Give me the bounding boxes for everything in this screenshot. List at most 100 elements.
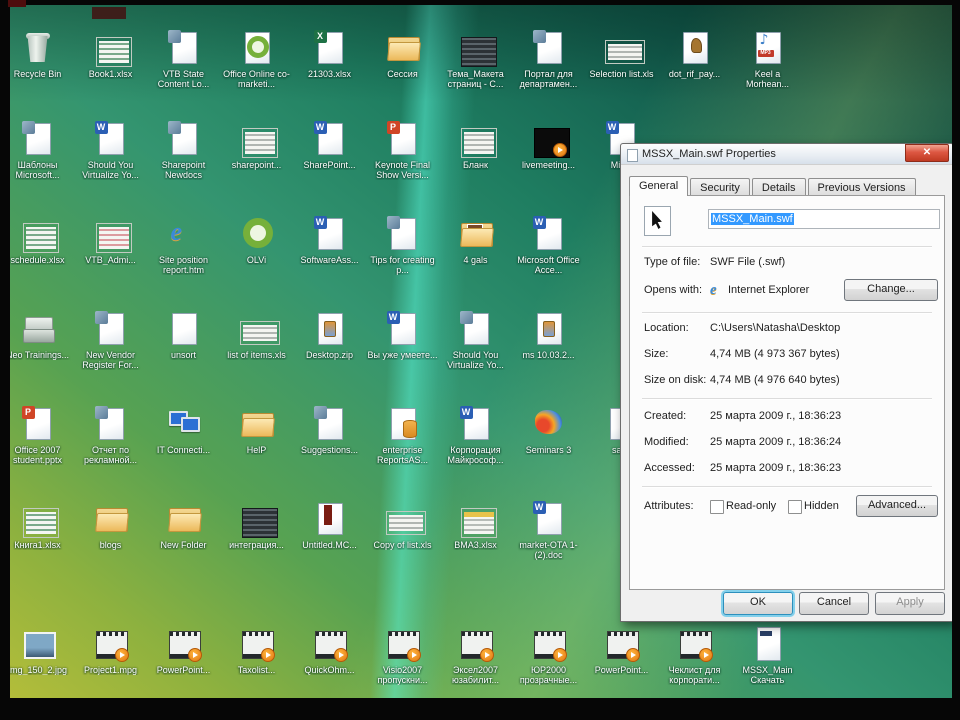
desktop-icon-row: Шаблоны Microsoft... W Should You Virtuali… (1, 119, 658, 180)
desktop-icon[interactable]: Бланк (439, 119, 512, 180)
modified-label: Modified: (644, 436, 689, 448)
desktop-icon[interactable]: Taxolist... (220, 624, 293, 685)
desktop-icon[interactable]: MP3 ♪ Keel a Morhean... (731, 28, 804, 89)
desktop-icon[interactable]: Recycle Bin (1, 28, 74, 89)
desktop-icon[interactable]: VTB_Admi... (74, 214, 147, 275)
desktop-icon[interactable]: OLVi (220, 214, 293, 275)
desktop-icon[interactable]: IT Connecti... (147, 404, 220, 465)
desktop-icon[interactable]: schedule.xlsx (1, 214, 74, 275)
desktop-icon[interactable]: sharepoint... (220, 119, 293, 180)
desktop-icon[interactable]: P Office 2007 student.pptx (1, 404, 74, 465)
desktop-icon[interactable]: ЮР2000 прозрачные... (512, 624, 585, 685)
swirl-icon (529, 404, 569, 444)
cancel-button[interactable]: Cancel (799, 592, 869, 615)
desktop-icon[interactable]: unsort (147, 309, 220, 370)
divider (642, 312, 932, 314)
desktop-icon[interactable]: X 21303.xlsx (293, 28, 366, 89)
desktop-icon[interactable]: Сессия (366, 28, 439, 89)
desktop-icon[interactable]: Book1.xlsx (74, 28, 147, 89)
desktop-icon[interactable]: Desktop.zip (293, 309, 366, 370)
desktop-icon[interactable]: Office Online co-marketi... (220, 28, 293, 89)
mp3-icon: MP3 ♪ (748, 28, 788, 68)
change-button[interactable]: Change... (844, 279, 938, 301)
desktop-icon[interactable]: e Site position report.htm (147, 214, 220, 276)
desktop-icon[interactable]: Seminars 3 (512, 404, 585, 465)
close-button[interactable]: ✕ (905, 144, 949, 162)
tab-details[interactable]: Details (751, 178, 806, 196)
desktop-icon[interactable]: New Folder (147, 499, 220, 560)
desktop-icon[interactable]: Visio2007 пропускни... (366, 624, 439, 685)
tab-general[interactable]: General (629, 176, 689, 196)
apply-button[interactable]: Apply (875, 592, 945, 615)
desktop-icon[interactable]: Tips for creating p... (366, 214, 439, 275)
desktop-icon[interactable]: enterprise ReportsAS... (366, 404, 439, 465)
word-icon: W (310, 214, 350, 254)
desktop-icon[interactable]: Sharepoint Newdocs (147, 119, 220, 180)
desktop-icon[interactable]: Suggestions... (293, 404, 366, 465)
desktop-icon[interactable]: Тема_Макета страниц - С... (439, 28, 512, 89)
desktop-icon[interactable]: Untitled.MC... (293, 499, 366, 560)
desktop-icon[interactable]: blogs (74, 499, 147, 560)
desktop-icon[interactable]: Wmarket-OTA 1-(2).doc (512, 499, 585, 560)
thumbdark-icon (456, 28, 497, 68)
ok-button[interactable]: OK (723, 592, 793, 615)
type-of-file-label: Type of file: (644, 256, 701, 268)
desktop-icon[interactable]: Книга1.xlsx (1, 499, 74, 560)
desktop-icon[interactable]: Чеклист для корпорати... (658, 624, 731, 685)
desktop-icon[interactable]: PowerPoint... (147, 624, 220, 685)
desktop-icon[interactable]: dot_rif_pay... (658, 28, 731, 89)
desktop-icon[interactable]: Selection list.xls (585, 28, 658, 89)
desktop-icon-label: Книга1.xlsx (14, 540, 61, 550)
desktop-icon[interactable]: livemeeting... (512, 119, 585, 180)
desktop-icon-label: img_150_2.jpg (7, 665, 68, 675)
desktop-icon[interactable]: W Should You Virtualize Yo... (74, 119, 147, 180)
desktop-icon[interactable]: W Microsoft Office Acce... (512, 214, 585, 275)
desktop-icon[interactable]: list of items.xls (220, 309, 293, 370)
desktop-icon[interactable]: Should You Virtualize Yo... (439, 309, 512, 370)
desktop-icon[interactable]: BMA3.xlsx (439, 499, 512, 560)
desktop-icon[interactable]: W SharePoint... (293, 119, 366, 180)
desktop-icon[interactable]: PowerPoint... (585, 624, 658, 685)
desktop-icon[interactable]: HelP (220, 404, 293, 465)
desktop-icon[interactable]: VTB State Content Lo... (147, 28, 220, 89)
desktop-icon-label: HelP (246, 445, 267, 455)
docred-icon (310, 499, 350, 539)
desktop-icon[interactable]: W Корпорация Майкрософ... (439, 404, 512, 465)
thumbx-icon (18, 499, 59, 539)
desktop-icon[interactable]: Эксел2007 юзабилит... (439, 624, 512, 685)
size-on-disk-value: 4,74 MB (4 976 640 bytes) (710, 374, 840, 386)
desktop-icon[interactable]: Шаблоны Microsoft... (1, 119, 74, 180)
desktop-icon[interactable]: MSSX_Main Скачать (731, 624, 804, 685)
desktop-icon[interactable]: img_150_2.jpg (1, 624, 74, 685)
desktop-icon[interactable]: 4 gals (439, 214, 512, 275)
desktop-icon[interactable]: ms 10.03.2... (512, 309, 585, 370)
tab-security[interactable]: Security (690, 178, 750, 196)
desktop-icon[interactable]: Портал для департамен... (512, 28, 585, 89)
desktop-icon[interactable]: P Keynote Final Show Versi... (366, 119, 439, 180)
folder-icon (237, 404, 277, 444)
desktop-icon[interactable]: Отчет по рекламной... (74, 404, 147, 465)
file-name-input[interactable]: MSSX_Main.swf (708, 209, 940, 229)
desktop-icon[interactable]: New Vendor Register For... (74, 309, 147, 370)
video-artifact (8, 0, 26, 7)
desktop-icon[interactable]: QuickOhm... (293, 624, 366, 685)
thumbw-icon (602, 28, 645, 68)
desktop-icon[interactable]: интеграция... (220, 499, 293, 560)
desktop-icon[interactable]: Project1.mpg (74, 624, 147, 685)
desktop-icon[interactable]: Neo Trainings... (1, 309, 74, 370)
desktop-icon[interactable]: W SoftwareAss... (293, 214, 366, 275)
desktop-icon[interactable]: Copy of list.xls (366, 499, 439, 560)
desktop-icon-label: Microsoft Office Acce... (517, 255, 580, 275)
tab-previous-versions[interactable]: Previous Versions (807, 178, 916, 196)
advanced-button[interactable]: Advanced... (856, 495, 938, 517)
dialog-title: MSSX_Main.swf Properties (642, 148, 776, 160)
docimg-icon (91, 309, 131, 349)
hidden-checkbox[interactable] (788, 500, 802, 514)
desktop-icon[interactable]: W Вы уже умеете... (366, 309, 439, 370)
desktop-icon-label: Copy of list.xls (373, 540, 432, 550)
read-only-checkbox[interactable] (710, 500, 724, 514)
dialog-titlebar[interactable]: MSSX_Main.swf Properties ✕ (621, 144, 953, 165)
desktop-icon-label: Чеклист для корпорати... (668, 665, 721, 685)
video-artifact (92, 7, 126, 19)
word-icon: W (529, 214, 569, 254)
